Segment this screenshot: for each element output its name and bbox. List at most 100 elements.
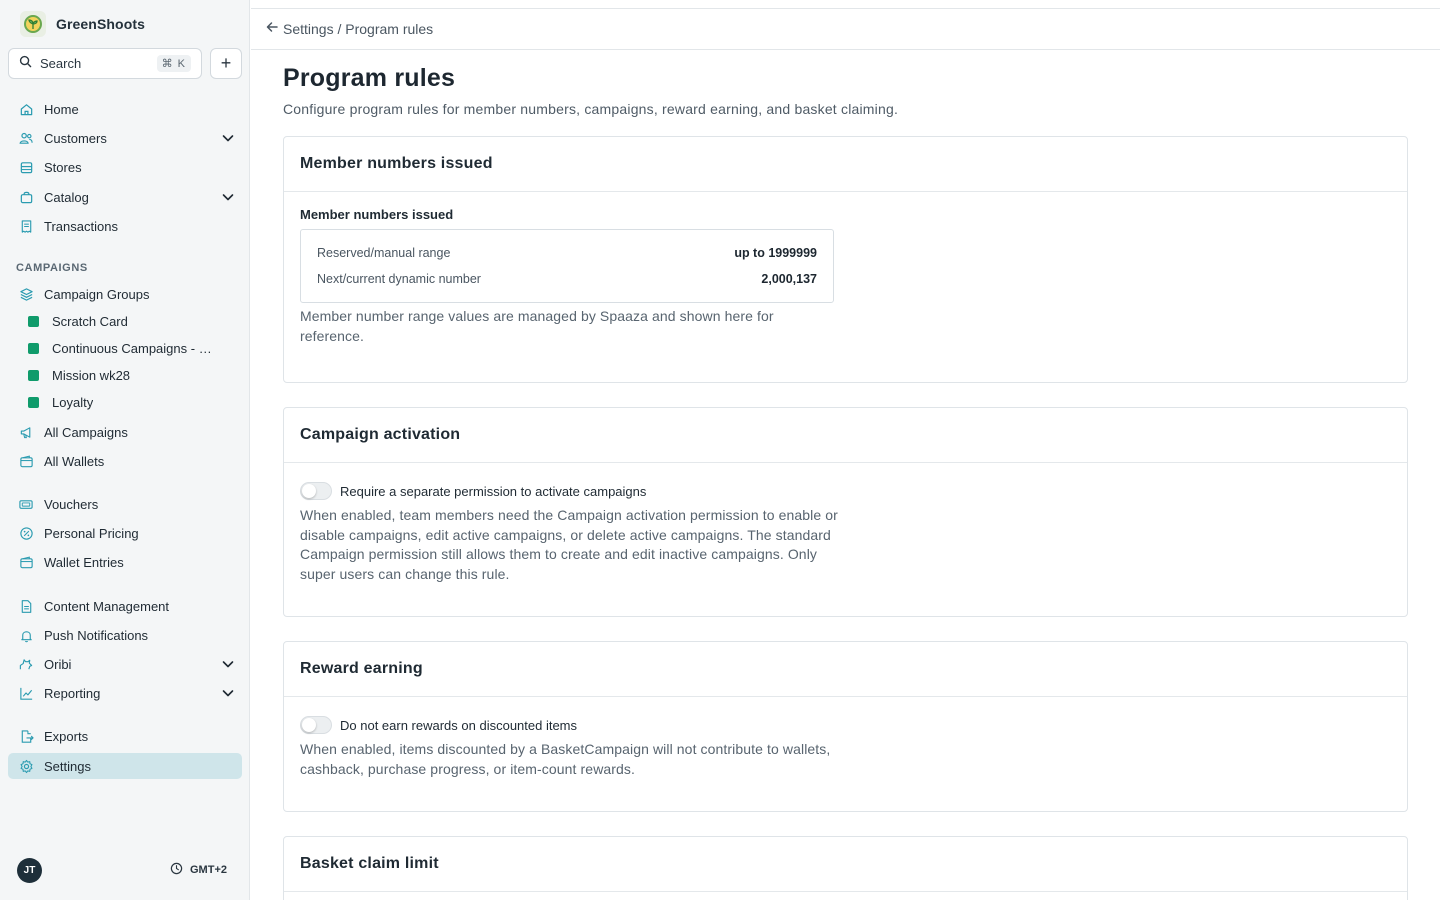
back-arrow-icon[interactable] xyxy=(265,20,279,39)
gear-icon xyxy=(18,758,34,774)
timezone-label: GMT+2 xyxy=(190,864,227,876)
sidebar-item-label: Home xyxy=(44,101,79,117)
greenshoots-logo-icon xyxy=(20,11,46,37)
timezone-indicator[interactable]: GMT+2 xyxy=(170,862,227,878)
sidebar-item-catalog[interactable]: Catalog xyxy=(8,184,242,210)
chevron-down-icon[interactable] xyxy=(220,189,236,205)
toggle-row: Require a separate permission to activat… xyxy=(300,479,1391,503)
member-numbers-card: Member numbers issued Member numbers iss… xyxy=(283,136,1408,383)
campaign-group-item[interactable]: Mission wk28 xyxy=(8,363,242,387)
campaign-group-item[interactable]: Continuous Campaigns - … xyxy=(8,336,242,360)
discounted-items-toggle[interactable] xyxy=(300,716,332,734)
sidebar-item-settings[interactable]: Settings xyxy=(8,753,242,779)
sidebar-item-label: Stores xyxy=(44,159,82,175)
oribi-icon xyxy=(18,656,34,672)
users-icon xyxy=(18,130,34,146)
layers-icon xyxy=(18,286,34,302)
percent-icon xyxy=(18,525,34,541)
sidebar-item-label: All Wallets xyxy=(44,453,105,469)
card-header: Basket claim limit xyxy=(284,837,1407,892)
sidebar-item-transactions[interactable]: Transactions xyxy=(8,213,242,239)
sidebar-item-wallet-entries[interactable]: Wallet Entries xyxy=(8,549,242,575)
sidebar-item-all-campaigns[interactable]: All Campaigns xyxy=(8,419,242,445)
range-key: Reserved/manual range xyxy=(317,246,451,260)
campaign-group-label: Loyalty xyxy=(52,394,94,410)
campaign-group-item[interactable]: Loyalty xyxy=(8,390,242,414)
sidebar-item-label: Content Management xyxy=(44,598,170,614)
breadcrumb-text[interactable]: Settings / Program rules xyxy=(283,21,433,37)
campaign-group-label: Mission wk28 xyxy=(52,367,131,383)
bag-icon xyxy=(18,189,34,205)
sidebar-item-label: All Campaigns xyxy=(44,424,128,440)
card-body: Do not earn rewards on discounted items … xyxy=(284,697,1407,779)
card-body: Require a separate permission to activat… xyxy=(284,463,1407,584)
sidebar-item-label: Personal Pricing xyxy=(44,525,139,541)
card-body: Member numbers issued Reserved/manual ra… xyxy=(284,192,1407,346)
card-title: Campaign activation xyxy=(300,426,461,443)
range-value: 2,000,137 xyxy=(761,272,817,286)
sidebar-item-label: Catalog xyxy=(44,189,89,205)
sidebar-item-campaign-groups[interactable]: Campaign Groups xyxy=(8,281,242,307)
sidebar-item-stores[interactable]: Stores xyxy=(8,154,242,180)
sidebar-item-reporting[interactable]: Reporting xyxy=(8,680,242,706)
range-value: up to 1999999 xyxy=(734,246,817,260)
export-icon xyxy=(18,728,34,744)
group-color-swatch xyxy=(28,342,39,354)
chevron-down-icon[interactable] xyxy=(220,130,236,146)
range-key: Next/current dynamic number xyxy=(317,272,481,286)
brand[interactable]: GreenShoots xyxy=(20,10,145,38)
sidebar-item-customers[interactable]: Customers xyxy=(8,125,242,151)
add-button[interactable]: + xyxy=(210,48,242,79)
chart-icon xyxy=(18,685,34,701)
chevron-down-icon[interactable] xyxy=(220,656,236,672)
field-label: Member numbers issued xyxy=(300,207,454,222)
clock-icon xyxy=(170,862,183,878)
sidebar-item-label: Vouchers xyxy=(44,496,99,512)
help-text: When enabled, items discounted by a Bask… xyxy=(300,741,831,777)
basket-claim-card: Basket claim limit xyxy=(283,836,1408,900)
brand-name: GreenShoots xyxy=(56,16,146,32)
section-label-campaigns: CAMPAIGNS xyxy=(16,262,88,274)
breadcrumb: Settings / Program rules xyxy=(251,8,1440,50)
campaign-group-label: Continuous Campaigns - … xyxy=(52,340,212,356)
search-input[interactable]: Search ⌘ K xyxy=(8,48,202,79)
search-icon xyxy=(19,55,32,73)
campaign-group-label: Scratch Card xyxy=(52,313,128,329)
toggle-label: Require a separate permission to activat… xyxy=(340,483,647,499)
reward-earning-card: Reward earning Do not earn rewards on di… xyxy=(283,641,1408,812)
group-color-swatch xyxy=(28,396,39,408)
require-permission-toggle[interactable] xyxy=(300,482,332,500)
range-row: Reserved/manual range up to 1999999 xyxy=(317,240,817,266)
card-title: Basket claim limit xyxy=(300,855,439,872)
sidebar-item-all-wallets[interactable]: All Wallets xyxy=(8,448,242,474)
search-shortcut: ⌘ K xyxy=(156,55,191,72)
avatar[interactable]: JT xyxy=(17,858,42,883)
sidebar-item-oribi[interactable]: Oribi xyxy=(8,651,242,677)
sidebar-item-label: Exports xyxy=(44,728,89,744)
search-label: Search xyxy=(40,56,82,71)
toggle-row: Do not earn rewards on discounted items xyxy=(300,713,1391,737)
campaign-activation-card: Campaign activation Require a separate p… xyxy=(283,407,1408,617)
sidebar-item-label: Customers xyxy=(44,130,107,146)
sidebar-item-push-notifications[interactable]: Push Notifications xyxy=(8,622,242,648)
sidebar-item-personal-pricing[interactable]: Personal Pricing xyxy=(8,520,242,546)
home-icon xyxy=(18,101,34,117)
document-icon xyxy=(18,598,34,614)
sidebar-item-content-management[interactable]: Content Management xyxy=(8,593,242,619)
sidebar-item-vouchers[interactable]: Vouchers xyxy=(8,491,242,517)
sidebar-item-home[interactable]: Home xyxy=(8,96,242,122)
sidebar-item-label: Transactions xyxy=(44,218,118,234)
range-row: Next/current dynamic number 2,000,137 xyxy=(317,266,817,292)
wallet-icon xyxy=(18,453,34,469)
campaign-group-item[interactable]: Scratch Card xyxy=(8,309,242,333)
megaphone-icon xyxy=(18,424,34,440)
sidebar-item-label: Push Notifications xyxy=(44,627,149,643)
wallet-entries-icon xyxy=(18,554,34,570)
page-title: Program rules xyxy=(283,64,456,92)
sidebar-item-exports[interactable]: Exports xyxy=(8,723,242,749)
help-text: When enabled, team members need the Camp… xyxy=(300,507,838,582)
card-header: Reward earning xyxy=(284,642,1407,697)
card-header: Campaign activation xyxy=(284,408,1407,463)
sidebar-item-label: Settings xyxy=(44,758,91,774)
chevron-down-icon[interactable] xyxy=(220,685,236,701)
